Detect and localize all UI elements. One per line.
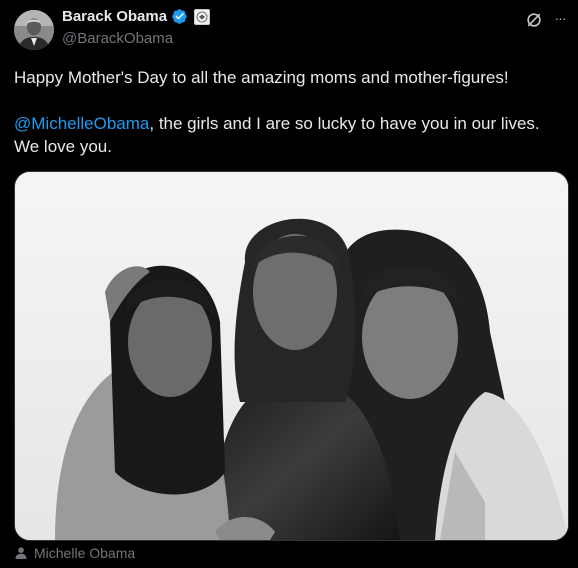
tagged-people[interactable]: Michelle Obama <box>14 545 135 561</box>
author-name[interactable]: Barack Obama <box>62 8 167 25</box>
verified-badge-icon[interactable] <box>171 8 188 25</box>
more-options-button[interactable]: ··· <box>548 6 572 30</box>
tweet-photo[interactable] <box>14 171 569 541</box>
tweet-line-1: Happy Mother's Day to all the amazing mo… <box>14 68 509 87</box>
mention-link[interactable]: @MichelleObama <box>14 114 149 133</box>
presidential-seal-icon[interactable] <box>194 8 211 25</box>
avatar[interactable] <box>14 10 54 50</box>
author-row: Barack Obama <box>62 8 211 25</box>
grok-icon[interactable] <box>524 10 544 30</box>
tagged-person-name[interactable]: Michelle Obama <box>34 545 135 561</box>
author-handle[interactable]: @BarackObama <box>62 30 173 47</box>
tweet-line-2: @MichelleObama, the girls and I are so l… <box>14 112 566 158</box>
tweet: Barack Obama @BarackObama ··· Happy Moth… <box>0 0 578 568</box>
person-icon <box>14 546 28 560</box>
tweet-text: Happy Mother's Day to all the amazing mo… <box>14 66 566 158</box>
